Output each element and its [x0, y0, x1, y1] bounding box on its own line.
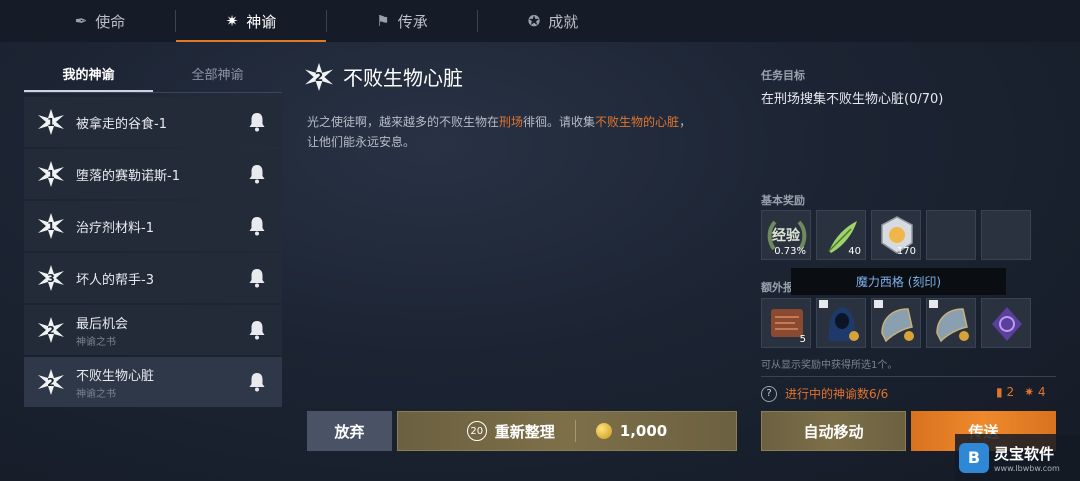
quest-list: 1 被拿走的谷食-1 1 堕落的赛勒诺斯-1 1 治疗剂材料-1 3 坏人的帮手… [24, 97, 282, 409]
basic-reward-label: 基本奖励 [761, 194, 805, 207]
oracle-badge-icon: 2 [38, 317, 64, 343]
tab-label: 神谕 [246, 12, 277, 31]
progress-text: 进行中的神谕数6/6 [785, 387, 889, 401]
tab-my-oracles[interactable]: 我的神谕 [24, 54, 153, 92]
bell-icon[interactable] [248, 320, 266, 340]
bell-icon[interactable] [248, 164, 266, 184]
reward-slot[interactable]: 经验 0.73% [761, 210, 811, 260]
medal-icon: ✪ [527, 12, 541, 30]
quest-name: 不败生物心脏 [76, 368, 155, 384]
divider [24, 92, 282, 93]
quest-description: 光之使徒啊，越来越多的不败生物在刑场徘徊。请收集不败生物的心脏， 让他们能永远安… [307, 115, 692, 149]
oracle-badge-icon: 1 [38, 161, 64, 187]
purple-sigil-icon [992, 307, 1022, 341]
goal-label: 任务目标 [761, 69, 805, 82]
quill-icon: ✒ [74, 12, 88, 30]
reward-note: 可从显示奖励中获得所选1个。 [761, 360, 898, 371]
star-count: ✷ 4 [1024, 385, 1046, 399]
list-item[interactable]: 1 堕落的赛勒诺斯-1 [24, 149, 282, 199]
reward-slot[interactable] [926, 298, 976, 348]
quest-name: 治疗剂材料-1 [76, 220, 154, 236]
reward-slot[interactable] [816, 298, 866, 348]
empty-reward-slot [981, 210, 1031, 260]
quest-name: 堕落的赛勒诺斯-1 [76, 168, 180, 184]
book-icon [929, 300, 938, 308]
quest-name: 被拿走的谷食-1 [76, 116, 167, 132]
highlight-location: 刑场 [499, 115, 524, 129]
quest-source: 神谕之书 [76, 388, 116, 400]
reward-slot[interactable]: 40 [816, 210, 866, 260]
list-item[interactable]: 3 坏人的帮手-3 [24, 253, 282, 303]
quest-name: 最后机会 [76, 316, 129, 332]
tab-all-oracles[interactable]: 全部神谕 [153, 54, 282, 92]
oracle-counts: ▮ 2 ✷ 4 [996, 385, 1046, 399]
reward-slot[interactable] [981, 298, 1031, 348]
refresh-count-icon: 20 [466, 421, 487, 441]
list-item[interactable]: 2 最后机会 神谕之书 [24, 305, 282, 355]
divider [761, 376, 1056, 377]
tab-inheritance[interactable]: ⚑ 传承 [327, 0, 477, 42]
gold-coin-icon [595, 423, 612, 439]
book-icon [874, 300, 883, 308]
extra-reward-label: 额外报 [761, 281, 794, 294]
tab-oracle[interactable]: ✷ 神谕 [176, 0, 326, 42]
bell-icon[interactable] [248, 216, 266, 236]
tab-achievement[interactable]: ✪ 成就 [478, 0, 628, 42]
divider [574, 420, 576, 442]
oracle-badge-icon: 1 [38, 213, 64, 239]
reorganize-label: 重新整理 [494, 422, 555, 441]
auto-move-button[interactable]: 自动移动 [761, 411, 906, 451]
reorganize-button[interactable]: 20 重新整理 1,000 [397, 411, 737, 451]
reward-slot[interactable] [871, 298, 921, 348]
empty-reward-slot [926, 210, 976, 260]
quest-title-row: 2 不败生物心脏 [305, 62, 463, 91]
reward-slot[interactable]: 170 [871, 210, 921, 260]
flag-icon: ⚑ [376, 12, 390, 30]
bell-icon[interactable] [248, 268, 266, 288]
watermark: B 灵宝软件 www.lbwbw.com [955, 434, 1080, 481]
goal-text: 在刑场搜集不败生物心脏(0/70) [761, 92, 944, 107]
quest-source: 神谕之书 [76, 336, 116, 348]
book-icon: ▮ [996, 385, 1003, 399]
top-tab-bar: ✒ 使命 ✷ 神谕 ⚑ 传承 ✪ 成就 [0, 0, 1080, 42]
reorganize-cost: 1,000 [619, 422, 668, 440]
abandon-button[interactable]: 放弃 [307, 411, 392, 451]
oracle-badge-icon: 2 [38, 369, 64, 395]
reward-slot[interactable]: 5 [761, 298, 811, 348]
list-item[interactable]: 2 不败生物心脏 神谕之书 [24, 357, 282, 407]
book-icon [819, 300, 828, 308]
item-tooltip: 魔力西格 (刻印) [791, 268, 1006, 295]
tab-label: 传承 [397, 12, 428, 31]
page-title: 不败生物心脏 [343, 66, 463, 90]
bell-icon[interactable] [248, 372, 266, 392]
tab-label: 成就 [548, 12, 579, 31]
oracle-badge-icon: 1 [38, 109, 64, 135]
help-icon[interactable]: ? [761, 385, 777, 402]
oracle-badge-icon: 3 [38, 265, 64, 291]
tab-label: 使命 [95, 12, 126, 31]
sub-tab-bar: 我的神谕 全部神谕 [24, 54, 282, 92]
oracle-progress: ? 进行中的神谕数6/6 [761, 385, 888, 402]
list-item[interactable]: 1 治疗剂材料-1 [24, 201, 282, 251]
star-burst-icon: ✷ [1024, 385, 1035, 399]
star-burst-icon: ✷ [225, 12, 239, 30]
quest-name: 坏人的帮手-3 [76, 272, 154, 288]
tab-mission[interactable]: ✒ 使命 [25, 0, 175, 42]
book-count: ▮ 2 [996, 385, 1015, 399]
highlight-item: 不败生物的心脏 [595, 115, 680, 129]
bell-icon[interactable] [248, 112, 266, 132]
oracle-badge-icon: 2 [305, 62, 333, 91]
list-item[interactable]: 1 被拿走的谷食-1 [24, 97, 282, 147]
watermark-logo-icon: B [959, 442, 989, 473]
